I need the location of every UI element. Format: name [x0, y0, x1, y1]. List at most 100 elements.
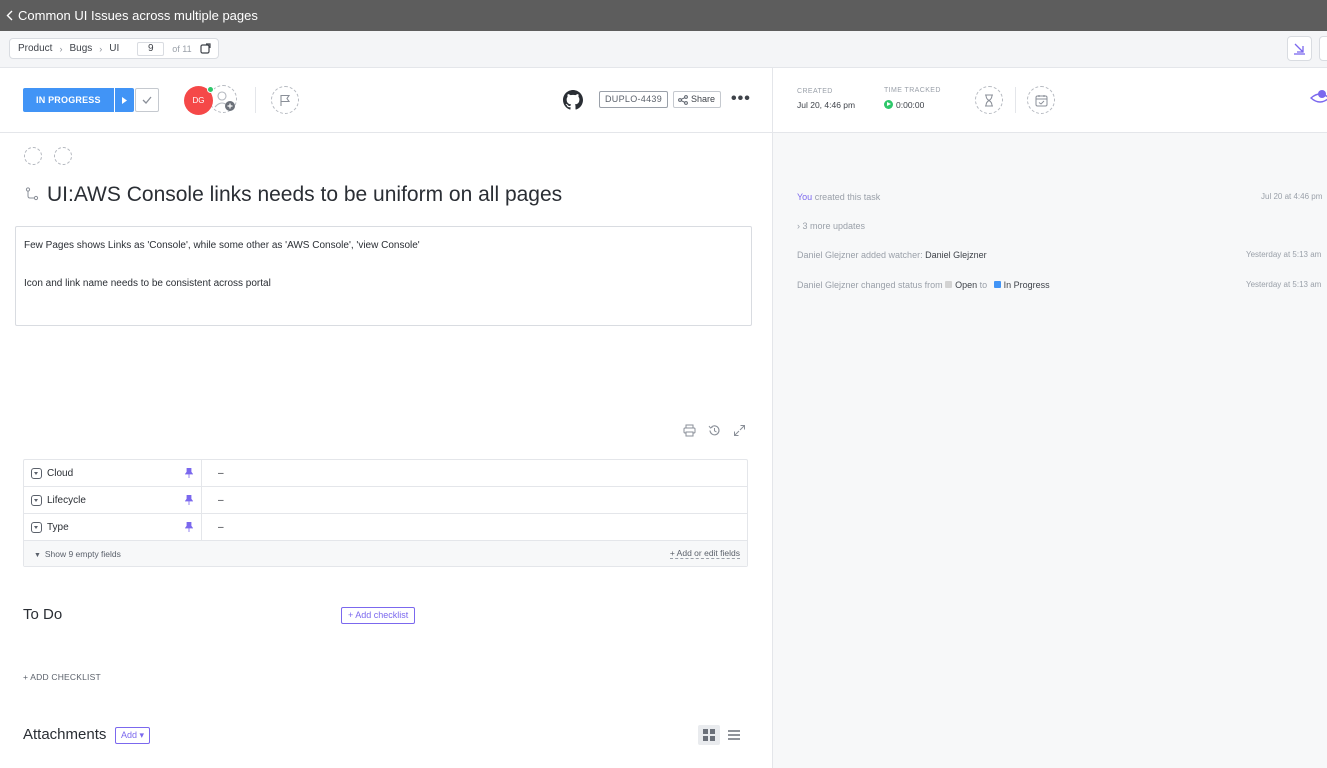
field-name: Type	[47, 521, 69, 533]
time-tracked-label: TIME TRACKED	[884, 87, 941, 94]
show-empty-fields-toggle[interactable]: ▼ Show 9 empty fields	[34, 549, 121, 559]
table-row[interactable]: Cloud –	[24, 460, 747, 487]
description-line: Few Pages shows Links as 'Console', whil…	[24, 240, 420, 251]
task-title[interactable]: UI:AWS Console links needs to be uniform…	[47, 183, 562, 207]
mark-complete-button[interactable]	[135, 88, 159, 112]
activity-text: to	[977, 280, 990, 290]
activity-item: Daniel Glejzner added watcher: Daniel Gl…	[797, 250, 987, 260]
close-panel-button[interactable]	[1319, 36, 1327, 61]
activity-item: You created this task	[797, 192, 880, 202]
activity-item: Daniel Glejzner changed status from Open…	[797, 280, 1050, 290]
dropdown-field-icon	[31, 494, 42, 506]
field-value[interactable]: –	[202, 514, 224, 540]
status-to: In Progress	[1003, 280, 1050, 290]
time-estimate-button[interactable]	[975, 86, 1003, 114]
add-attachment-button[interactable]: Add ▾	[115, 727, 151, 744]
custom-fields-table: Cloud – Lifecycle – Type – ▼ Show 9 empt…	[23, 459, 748, 567]
task-total: of 11	[172, 43, 192, 54]
field-name-cell: Lifecycle	[24, 487, 202, 513]
dropdown-field-icon	[31, 467, 42, 479]
flag-icon	[280, 94, 291, 106]
back-chevron-icon[interactable]	[6, 10, 14, 21]
status-open-swatch	[945, 281, 953, 288]
attachments-heading: Attachments	[23, 726, 107, 743]
history-icon[interactable]	[708, 424, 721, 437]
grid-icon	[703, 729, 715, 741]
hourglass-icon	[985, 94, 993, 106]
due-date-button[interactable]	[1027, 86, 1055, 114]
share-button[interactable]: Share	[673, 91, 722, 108]
add-checklist-button[interactable]: + Add checklist	[341, 607, 416, 624]
online-status-dot	[207, 86, 214, 93]
priority-button[interactable]	[271, 86, 299, 114]
field-name-cell: Cloud	[24, 460, 202, 486]
breadcrumb: Product › Bugs › UI 9 of 11	[9, 38, 219, 59]
chevron-right-icon	[121, 96, 127, 104]
task-index-input[interactable]: 9	[137, 41, 165, 56]
avatar-initials: DG	[192, 96, 205, 105]
breadcrumb-item-bugs[interactable]: Bugs	[69, 43, 92, 54]
add-user-icon	[214, 91, 235, 111]
description-toolbar	[683, 424, 746, 437]
more-updates-label: 3 more updates	[802, 221, 866, 231]
breadcrumb-separator-icon: ›	[99, 43, 103, 54]
share-label: Share	[691, 94, 716, 104]
share-icon	[678, 94, 688, 105]
watchers-eye-icon[interactable]	[1310, 88, 1327, 108]
field-value[interactable]: –	[202, 460, 224, 486]
activity-time: Yesterday at 5:13 am	[1246, 280, 1322, 289]
task-id-badge[interactable]: DUPLO-4439	[599, 91, 669, 108]
calendar-check-icon	[1035, 94, 1047, 106]
pin-icon[interactable]	[185, 495, 193, 505]
more-options-button[interactable]: •••	[731, 91, 751, 107]
checklist-heading: To Do	[23, 606, 63, 623]
time-tracked-timer: 0:00:00	[896, 100, 925, 110]
grid-view-button[interactable]	[698, 725, 720, 745]
tags-icon[interactable]	[24, 147, 42, 165]
window-title: Common UI Issues across multiple pages	[18, 8, 258, 23]
divider	[255, 87, 256, 113]
activity-text: Daniel Glejzner added watcher:	[797, 250, 926, 260]
table-row[interactable]: Lifecycle –	[24, 487, 747, 514]
add-checklist-link[interactable]: + ADD CHECKLIST	[23, 672, 101, 682]
table-row[interactable]: Type –	[24, 514, 747, 541]
status-button[interactable]: IN PROGRESS	[23, 88, 134, 112]
field-name: Lifecycle	[47, 494, 86, 506]
activity-time: Jul 20 at 4:46 pm	[1261, 192, 1323, 201]
download-icon	[1294, 43, 1305, 55]
download-button[interactable]	[1287, 36, 1312, 61]
open-new-tab-icon[interactable]	[200, 42, 212, 55]
time-tracked-value[interactable]: 0:00:00	[884, 100, 924, 110]
field-value[interactable]: –	[202, 487, 224, 513]
list-icon	[728, 730, 740, 740]
add-edit-fields-link[interactable]: + Add or edit fields	[669, 548, 740, 559]
breadcrumb-item-product[interactable]: Product	[18, 43, 52, 54]
dropdown-field-icon	[31, 521, 42, 533]
pin-icon[interactable]	[185, 468, 193, 478]
print-icon[interactable]	[683, 424, 696, 437]
status-next-button[interactable]	[114, 88, 134, 112]
status-from: Open	[955, 280, 978, 290]
pin-icon[interactable]	[185, 522, 193, 532]
play-icon[interactable]	[884, 100, 893, 109]
list-view-button[interactable]	[726, 725, 742, 745]
show-empty-label: Show 9 empty fields	[44, 548, 121, 559]
relationships-icon[interactable]	[54, 147, 72, 165]
breadcrumb-item-ui[interactable]: UI	[109, 43, 119, 54]
window-title-bar: Common UI Issues across multiple pages	[0, 0, 1327, 31]
created-value: Jul 20, 4:46 pm	[797, 100, 856, 110]
status-label[interactable]: IN PROGRESS	[23, 88, 114, 112]
status-in-progress-swatch	[993, 281, 1001, 288]
activity-actor[interactable]: You	[797, 192, 812, 202]
more-updates-toggle[interactable]: › 3 more updates	[797, 221, 865, 231]
activity-time: Yesterday at 5:13 am	[1246, 250, 1322, 259]
breadcrumb-separator-icon: ›	[59, 43, 63, 54]
created-label: CREATED	[797, 88, 833, 95]
expand-icon[interactable]	[733, 424, 746, 437]
activity-target: Daniel Glejzner	[925, 250, 987, 260]
custom-fields-footer: ▼ Show 9 empty fields + Add or edit fiel…	[24, 541, 747, 566]
task-description[interactable]: Few Pages shows Links as 'Console', whil…	[15, 226, 752, 326]
subtask-icon	[25, 187, 39, 201]
activity-text: created this task	[812, 192, 881, 202]
github-icon[interactable]	[563, 90, 583, 110]
